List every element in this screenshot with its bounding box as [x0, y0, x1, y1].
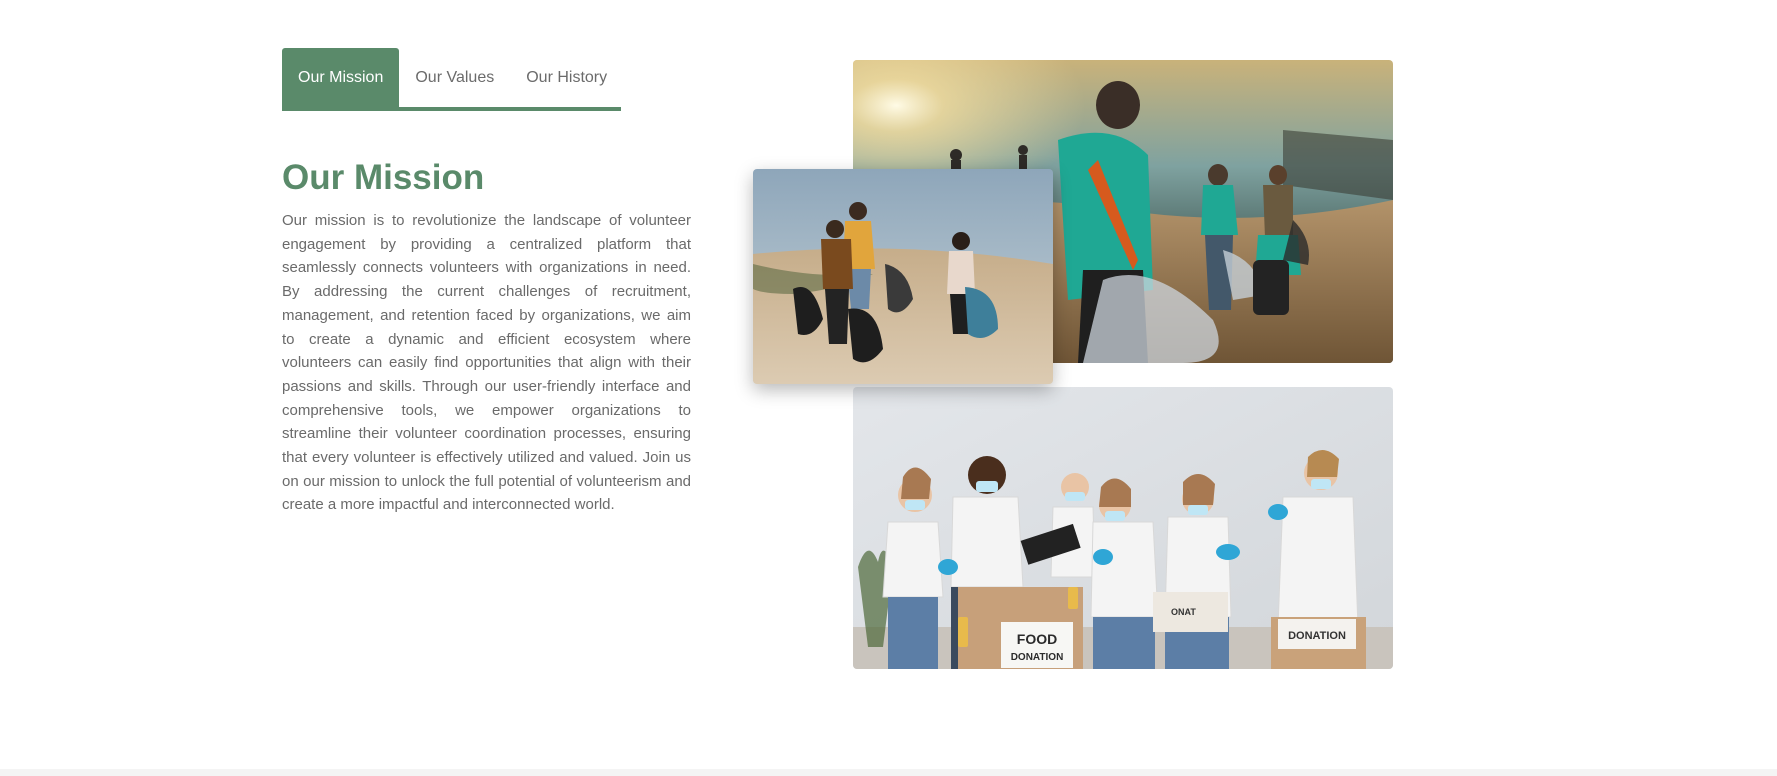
food-box-sublabel: DONATION [1011, 652, 1064, 663]
food-box-label: FOOD [1017, 631, 1057, 647]
tab-bar: Our Mission Our Values Our History [282, 48, 621, 111]
donation-box-label: DONATION [1288, 630, 1346, 642]
tab-our-values[interactable]: Our Values [399, 48, 510, 107]
tab-our-history[interactable]: Our History [510, 48, 623, 107]
footer-divider [0, 769, 1777, 776]
tab-our-mission[interactable]: Our Mission [282, 48, 400, 107]
section-title: Our Mission [282, 158, 485, 197]
beach-volunteers-photo [753, 169, 1053, 384]
mission-description: Our mission is to revolutionize the land… [282, 212, 691, 514]
page: Our Mission Our Values Our History Our M… [0, 0, 1777, 776]
partial-box-label: ONAT [1171, 607, 1196, 617]
food-donation-photo: FOOD DONATION ONAT DONATION [853, 387, 1393, 669]
